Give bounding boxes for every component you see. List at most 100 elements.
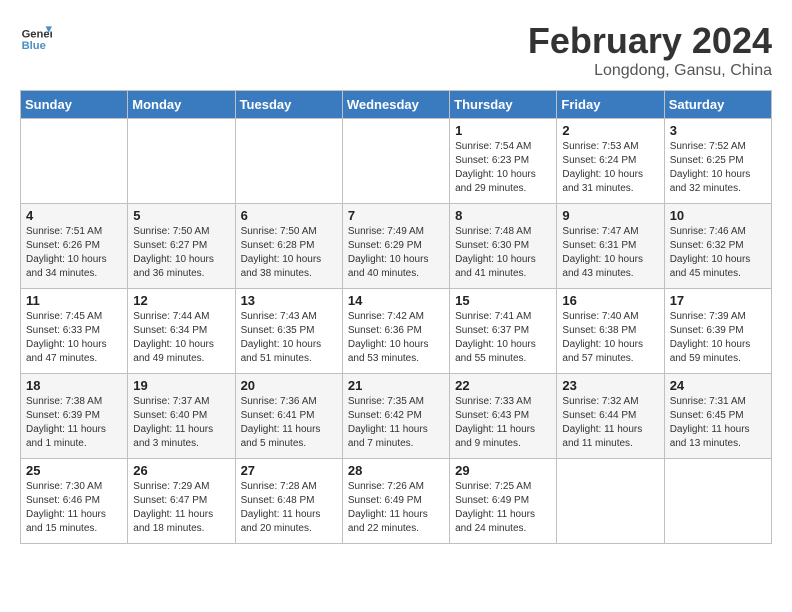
calendar-body: 1 Sunrise: 7:54 AM Sunset: 6:23 PM Daylig… xyxy=(21,119,772,544)
day-info: Sunrise: 7:51 AM Sunset: 6:26 PM Dayligh… xyxy=(26,225,122,281)
calendar-cell: 4 Sunrise: 7:51 AM Sunset: 6:26 PM Daylig… xyxy=(21,204,128,289)
calendar-cell xyxy=(557,459,664,544)
day-info: Sunrise: 7:26 AM Sunset: 6:49 PM Dayligh… xyxy=(348,480,444,536)
day-number: 11 xyxy=(26,293,122,308)
svg-text:General: General xyxy=(22,29,52,41)
title-area: February 2024 Longdong, Gansu, China xyxy=(528,20,772,80)
day-number: 5 xyxy=(133,208,229,223)
day-info: Sunrise: 7:50 AM Sunset: 6:27 PM Dayligh… xyxy=(133,225,229,281)
weekday-header-row: SundayMondayTuesdayWednesdayThursdayFrid… xyxy=(21,91,772,119)
calendar-cell: 18 Sunrise: 7:38 AM Sunset: 6:39 PM Dayli… xyxy=(21,374,128,459)
calendar-cell: 26 Sunrise: 7:29 AM Sunset: 6:47 PM Dayli… xyxy=(128,459,235,544)
day-info: Sunrise: 7:50 AM Sunset: 6:28 PM Dayligh… xyxy=(241,225,337,281)
calendar-cell: 20 Sunrise: 7:36 AM Sunset: 6:41 PM Dayli… xyxy=(235,374,342,459)
weekday-header-monday: Monday xyxy=(128,91,235,119)
calendar-cell: 10 Sunrise: 7:46 AM Sunset: 6:32 PM Dayli… xyxy=(664,204,771,289)
day-number: 15 xyxy=(455,293,551,308)
day-number: 25 xyxy=(26,463,122,478)
calendar-cell: 9Sunrise: 7:47 AM Sunset: 6:31 PM Daylig… xyxy=(557,204,664,289)
location-title: Longdong, Gansu, China xyxy=(528,62,772,80)
day-info: Sunrise: 7:46 AM Sunset: 6:32 PM Dayligh… xyxy=(670,225,766,281)
calendar-cell: 1 Sunrise: 7:54 AM Sunset: 6:23 PM Daylig… xyxy=(450,119,557,204)
day-number: 7 xyxy=(348,208,444,223)
day-number: 23 xyxy=(562,378,658,393)
day-number: 22 xyxy=(455,378,551,393)
day-number: 26 xyxy=(133,463,229,478)
calendar-cell: 25 Sunrise: 7:30 AM Sunset: 6:46 PM Dayli… xyxy=(21,459,128,544)
calendar-cell: 28Sunrise: 7:26 AM Sunset: 6:49 PM Dayli… xyxy=(342,459,449,544)
day-number: 10 xyxy=(670,208,766,223)
day-info: Sunrise: 7:25 AM Sunset: 6:49 PM Dayligh… xyxy=(455,480,551,536)
day-info: Sunrise: 7:54 AM Sunset: 6:23 PM Dayligh… xyxy=(455,140,551,196)
weekday-header-saturday: Saturday xyxy=(664,91,771,119)
day-number: 9 xyxy=(562,208,658,223)
calendar-cell: 5 Sunrise: 7:50 AM Sunset: 6:27 PM Daylig… xyxy=(128,204,235,289)
weekday-header-friday: Friday xyxy=(557,91,664,119)
day-info: Sunrise: 7:37 AM Sunset: 6:40 PM Dayligh… xyxy=(133,395,229,451)
calendar-cell: 19 Sunrise: 7:37 AM Sunset: 6:40 PM Dayli… xyxy=(128,374,235,459)
day-number: 17 xyxy=(670,293,766,308)
day-info: Sunrise: 7:42 AM Sunset: 6:36 PM Dayligh… xyxy=(348,310,444,366)
day-number: 24 xyxy=(670,378,766,393)
day-info: Sunrise: 7:36 AM Sunset: 6:41 PM Dayligh… xyxy=(241,395,337,451)
day-info: Sunrise: 7:48 AM Sunset: 6:30 PM Dayligh… xyxy=(455,225,551,281)
day-number: 14 xyxy=(348,293,444,308)
day-info: Sunrise: 7:52 AM Sunset: 6:25 PM Dayligh… xyxy=(670,140,766,196)
day-info: Sunrise: 7:29 AM Sunset: 6:47 PM Dayligh… xyxy=(133,480,229,536)
day-number: 21 xyxy=(348,378,444,393)
calendar-cell xyxy=(342,119,449,204)
weekday-header-wednesday: Wednesday xyxy=(342,91,449,119)
calendar-cell: 22Sunrise: 7:33 AM Sunset: 6:43 PM Dayli… xyxy=(450,374,557,459)
weekday-header-sunday: Sunday xyxy=(21,91,128,119)
day-number: 29 xyxy=(455,463,551,478)
day-info: Sunrise: 7:39 AM Sunset: 6:39 PM Dayligh… xyxy=(670,310,766,366)
day-info: Sunrise: 7:44 AM Sunset: 6:34 PM Dayligh… xyxy=(133,310,229,366)
day-number: 13 xyxy=(241,293,337,308)
calendar-cell: 13 Sunrise: 7:43 AM Sunset: 6:35 PM Dayli… xyxy=(235,289,342,374)
svg-text:Blue: Blue xyxy=(22,40,46,52)
day-number: 2 xyxy=(562,123,658,138)
weekday-header-thursday: Thursday xyxy=(450,91,557,119)
day-number: 6 xyxy=(241,208,337,223)
calendar-cell: 21 Sunrise: 7:35 AM Sunset: 6:42 PM Dayli… xyxy=(342,374,449,459)
calendar-cell: 17 Sunrise: 7:39 AM Sunset: 6:39 PM Dayli… xyxy=(664,289,771,374)
calendar-cell: 23 Sunrise: 7:32 AM Sunset: 6:44 PM Dayli… xyxy=(557,374,664,459)
day-number: 8 xyxy=(455,208,551,223)
day-info: Sunrise: 7:41 AM Sunset: 6:37 PM Dayligh… xyxy=(455,310,551,366)
weekday-header-tuesday: Tuesday xyxy=(235,91,342,119)
day-info: Sunrise: 7:35 AM Sunset: 6:42 PM Dayligh… xyxy=(348,395,444,451)
calendar-cell: 15 Sunrise: 7:41 AM Sunset: 6:37 PM Dayli… xyxy=(450,289,557,374)
day-info: Sunrise: 7:49 AM Sunset: 6:29 PM Dayligh… xyxy=(348,225,444,281)
day-number: 12 xyxy=(133,293,229,308)
calendar-cell: 8 Sunrise: 7:48 AM Sunset: 6:30 PM Daylig… xyxy=(450,204,557,289)
day-info: Sunrise: 7:45 AM Sunset: 6:33 PM Dayligh… xyxy=(26,310,122,366)
calendar-cell: 29 Sunrise: 7:25 AM Sunset: 6:49 PM Dayli… xyxy=(450,459,557,544)
calendar-cell: 7 Sunrise: 7:49 AM Sunset: 6:29 PM Daylig… xyxy=(342,204,449,289)
day-number: 1 xyxy=(455,123,551,138)
day-info: Sunrise: 7:28 AM Sunset: 6:48 PM Dayligh… xyxy=(241,480,337,536)
calendar-table: SundayMondayTuesdayWednesdayThursdayFrid… xyxy=(20,90,772,544)
calendar-week-1: 1 Sunrise: 7:54 AM Sunset: 6:23 PM Daylig… xyxy=(21,119,772,204)
day-number: 4 xyxy=(26,208,122,223)
day-number: 19 xyxy=(133,378,229,393)
day-number: 18 xyxy=(26,378,122,393)
day-number: 16 xyxy=(562,293,658,308)
day-number: 20 xyxy=(241,378,337,393)
calendar-cell: 24Sunrise: 7:31 AM Sunset: 6:45 PM Dayli… xyxy=(664,374,771,459)
calendar-cell: 16 Sunrise: 7:40 AM Sunset: 6:38 PM Dayli… xyxy=(557,289,664,374)
calendar-cell: 6 Sunrise: 7:50 AM Sunset: 6:28 PM Daylig… xyxy=(235,204,342,289)
calendar-cell xyxy=(235,119,342,204)
calendar-cell xyxy=(664,459,771,544)
calendar-week-3: 11 Sunrise: 7:45 AM Sunset: 6:33 PM Dayli… xyxy=(21,289,772,374)
calendar-cell: 11 Sunrise: 7:45 AM Sunset: 6:33 PM Dayli… xyxy=(21,289,128,374)
day-info: Sunrise: 7:38 AM Sunset: 6:39 PM Dayligh… xyxy=(26,395,122,451)
day-info: Sunrise: 7:43 AM Sunset: 6:35 PM Dayligh… xyxy=(241,310,337,366)
calendar-week-2: 4 Sunrise: 7:51 AM Sunset: 6:26 PM Daylig… xyxy=(21,204,772,289)
calendar-cell: 14 Sunrise: 7:42 AM Sunset: 6:36 PM Dayli… xyxy=(342,289,449,374)
calendar-cell: 3Sunrise: 7:52 AM Sunset: 6:25 PM Daylig… xyxy=(664,119,771,204)
day-info: Sunrise: 7:30 AM Sunset: 6:46 PM Dayligh… xyxy=(26,480,122,536)
logo: General Blue xyxy=(20,20,52,52)
day-info: Sunrise: 7:32 AM Sunset: 6:44 PM Dayligh… xyxy=(562,395,658,451)
day-info: Sunrise: 7:40 AM Sunset: 6:38 PM Dayligh… xyxy=(562,310,658,366)
calendar-cell xyxy=(21,119,128,204)
